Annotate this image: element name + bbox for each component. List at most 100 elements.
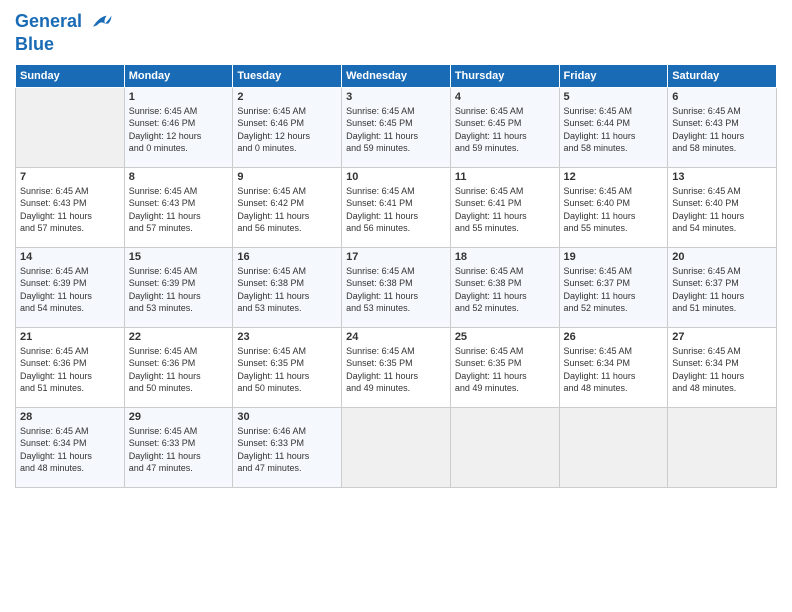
calendar-cell: 17 Sunrise: 6:45 AM Sunset: 6:38 PM Dayli… [342, 247, 451, 327]
calendar-cell: 10 Sunrise: 6:45 AM Sunset: 6:41 PM Dayli… [342, 167, 451, 247]
calendar-cell [450, 407, 559, 487]
day-number: 24 [346, 331, 446, 343]
calendar-cell: 18 Sunrise: 6:45 AM Sunset: 6:38 PM Dayli… [450, 247, 559, 327]
day-number: 9 [237, 171, 337, 183]
logo-blue: Blue [15, 34, 113, 56]
calendar-cell [16, 87, 125, 167]
calendar-cell [559, 407, 668, 487]
calendar-cell: 1 Sunrise: 6:45 AM Sunset: 6:46 PM Daylig… [124, 87, 233, 167]
day-info: Sunrise: 6:45 AM Sunset: 6:36 PM Dayligh… [129, 345, 229, 395]
day-number: 22 [129, 331, 229, 343]
day-number: 23 [237, 331, 337, 343]
calendar-cell: 7 Sunrise: 6:45 AM Sunset: 6:43 PM Daylig… [16, 167, 125, 247]
calendar-cell: 16Sunrise: 6:45 AM Sunset: 6:38 PM Dayli… [233, 247, 342, 327]
day-info: Sunrise: 6:46 AM Sunset: 6:33 PM Dayligh… [237, 425, 337, 475]
day-number: 28 [20, 411, 120, 423]
day-number: 7 [20, 171, 120, 183]
day-info: Sunrise: 6:45 AM Sunset: 6:34 PM Dayligh… [564, 345, 664, 395]
calendar-cell: 30 Sunrise: 6:46 AM Sunset: 6:33 PM Dayli… [233, 407, 342, 487]
logo-general: General [15, 11, 82, 31]
day-info: Sunrise: 6:45 AM Sunset: 6:38 PM Dayligh… [346, 265, 446, 315]
calendar-cell [668, 407, 777, 487]
header-row: SundayMondayTuesdayWednesdayThursdayFrid… [16, 64, 777, 87]
day-info: Sunrise: 6:45 AM Sunset: 6:40 PM Dayligh… [564, 185, 664, 235]
calendar-cell: 22 Sunrise: 6:45 AM Sunset: 6:36 PM Dayli… [124, 327, 233, 407]
calendar-cell: 23 Sunrise: 6:45 AM Sunset: 6:35 PM Dayli… [233, 327, 342, 407]
day-number: 13 [672, 171, 772, 183]
header-tuesday: Tuesday [233, 64, 342, 87]
day-number: 20 [672, 251, 772, 263]
day-info: Sunrise: 6:45 AM Sunset: 6:46 PM Dayligh… [237, 105, 337, 155]
day-number: 6 [672, 91, 772, 103]
day-number: 16 [237, 251, 337, 263]
logo-text: General [15, 10, 113, 34]
calendar-cell: 2Sunrise: 6:45 AM Sunset: 6:46 PM Daylig… [233, 87, 342, 167]
day-number: 27 [672, 331, 772, 343]
calendar-cell: 6 Sunrise: 6:45 AM Sunset: 6:43 PM Daylig… [668, 87, 777, 167]
day-number: 3 [346, 91, 446, 103]
day-number: 29 [129, 411, 229, 423]
calendar-cell: 24Sunrise: 6:45 AM Sunset: 6:35 PM Dayli… [342, 327, 451, 407]
calendar-cell: 3 Sunrise: 6:45 AM Sunset: 6:45 PM Daylig… [342, 87, 451, 167]
day-info: Sunrise: 6:45 AM Sunset: 6:35 PM Dayligh… [455, 345, 555, 395]
calendar-cell: 19Sunrise: 6:45 AM Sunset: 6:37 PM Dayli… [559, 247, 668, 327]
week-row-2: 14 Sunrise: 6:45 AM Sunset: 6:39 PM Dayli… [16, 247, 777, 327]
calendar-cell: 29 Sunrise: 6:45 AM Sunset: 6:33 PM Dayli… [124, 407, 233, 487]
day-number: 21 [20, 331, 120, 343]
calendar-cell: 15 Sunrise: 6:45 AM Sunset: 6:39 PM Dayli… [124, 247, 233, 327]
day-info: Sunrise: 6:45 AM Sunset: 6:34 PM Dayligh… [672, 345, 772, 395]
week-row-4: 28Sunrise: 6:45 AM Sunset: 6:34 PM Dayli… [16, 407, 777, 487]
day-number: 15 [129, 251, 229, 263]
day-info: Sunrise: 6:45 AM Sunset: 6:35 PM Dayligh… [237, 345, 337, 395]
day-info: Sunrise: 6:45 AM Sunset: 6:44 PM Dayligh… [564, 105, 664, 155]
calendar-cell: 5 Sunrise: 6:45 AM Sunset: 6:44 PM Daylig… [559, 87, 668, 167]
day-number: 10 [346, 171, 446, 183]
week-row-0: 1 Sunrise: 6:45 AM Sunset: 6:46 PM Daylig… [16, 87, 777, 167]
day-info: Sunrise: 6:45 AM Sunset: 6:39 PM Dayligh… [129, 265, 229, 315]
day-info: Sunrise: 6:45 AM Sunset: 6:36 PM Dayligh… [20, 345, 120, 395]
day-number: 5 [564, 91, 664, 103]
day-number: 18 [455, 251, 555, 263]
header-wednesday: Wednesday [342, 64, 451, 87]
day-number: 17 [346, 251, 446, 263]
day-info: Sunrise: 6:45 AM Sunset: 6:43 PM Dayligh… [672, 105, 772, 155]
day-info: Sunrise: 6:45 AM Sunset: 6:46 PM Dayligh… [129, 105, 229, 155]
calendar-cell: 26 Sunrise: 6:45 AM Sunset: 6:34 PM Dayli… [559, 327, 668, 407]
day-number: 30 [237, 411, 337, 423]
day-info: Sunrise: 6:45 AM Sunset: 6:41 PM Dayligh… [346, 185, 446, 235]
calendar-cell: 13 Sunrise: 6:45 AM Sunset: 6:40 PM Dayli… [668, 167, 777, 247]
page: General Blue SundayMondayTuesdayWednesda… [0, 0, 792, 612]
calendar-cell: 12Sunrise: 6:45 AM Sunset: 6:40 PM Dayli… [559, 167, 668, 247]
day-info: Sunrise: 6:45 AM Sunset: 6:42 PM Dayligh… [237, 185, 337, 235]
calendar-table: SundayMondayTuesdayWednesdayThursdayFrid… [15, 64, 777, 488]
day-info: Sunrise: 6:45 AM Sunset: 6:39 PM Dayligh… [20, 265, 120, 315]
day-info: Sunrise: 6:45 AM Sunset: 6:45 PM Dayligh… [346, 105, 446, 155]
day-number: 14 [20, 251, 120, 263]
day-info: Sunrise: 6:45 AM Sunset: 6:33 PM Dayligh… [129, 425, 229, 475]
calendar-cell: 4 Sunrise: 6:45 AM Sunset: 6:45 PM Daylig… [450, 87, 559, 167]
day-number: 19 [564, 251, 664, 263]
day-info: Sunrise: 6:45 AM Sunset: 6:43 PM Dayligh… [129, 185, 229, 235]
calendar-cell: 25 Sunrise: 6:45 AM Sunset: 6:35 PM Dayli… [450, 327, 559, 407]
header-monday: Monday [124, 64, 233, 87]
day-info: Sunrise: 6:45 AM Sunset: 6:38 PM Dayligh… [455, 265, 555, 315]
logo-bird-icon [89, 10, 113, 34]
calendar-cell: 28Sunrise: 6:45 AM Sunset: 6:34 PM Dayli… [16, 407, 125, 487]
calendar-cell [342, 407, 451, 487]
calendar-cell: 14 Sunrise: 6:45 AM Sunset: 6:39 PM Dayli… [16, 247, 125, 327]
day-number: 25 [455, 331, 555, 343]
header-saturday: Saturday [668, 64, 777, 87]
day-info: Sunrise: 6:45 AM Sunset: 6:40 PM Dayligh… [672, 185, 772, 235]
week-row-1: 7 Sunrise: 6:45 AM Sunset: 6:43 PM Daylig… [16, 167, 777, 247]
day-number: 1 [129, 91, 229, 103]
header-friday: Friday [559, 64, 668, 87]
day-number: 4 [455, 91, 555, 103]
week-row-3: 21 Sunrise: 6:45 AM Sunset: 6:36 PM Dayli… [16, 327, 777, 407]
day-number: 26 [564, 331, 664, 343]
calendar-cell: 9 Sunrise: 6:45 AM Sunset: 6:42 PM Daylig… [233, 167, 342, 247]
calendar-cell: 27 Sunrise: 6:45 AM Sunset: 6:34 PM Dayli… [668, 327, 777, 407]
day-info: Sunrise: 6:45 AM Sunset: 6:43 PM Dayligh… [20, 185, 120, 235]
day-number: 11 [455, 171, 555, 183]
day-info: Sunrise: 6:45 AM Sunset: 6:45 PM Dayligh… [455, 105, 555, 155]
calendar-cell: 20Sunrise: 6:45 AM Sunset: 6:37 PM Dayli… [668, 247, 777, 327]
